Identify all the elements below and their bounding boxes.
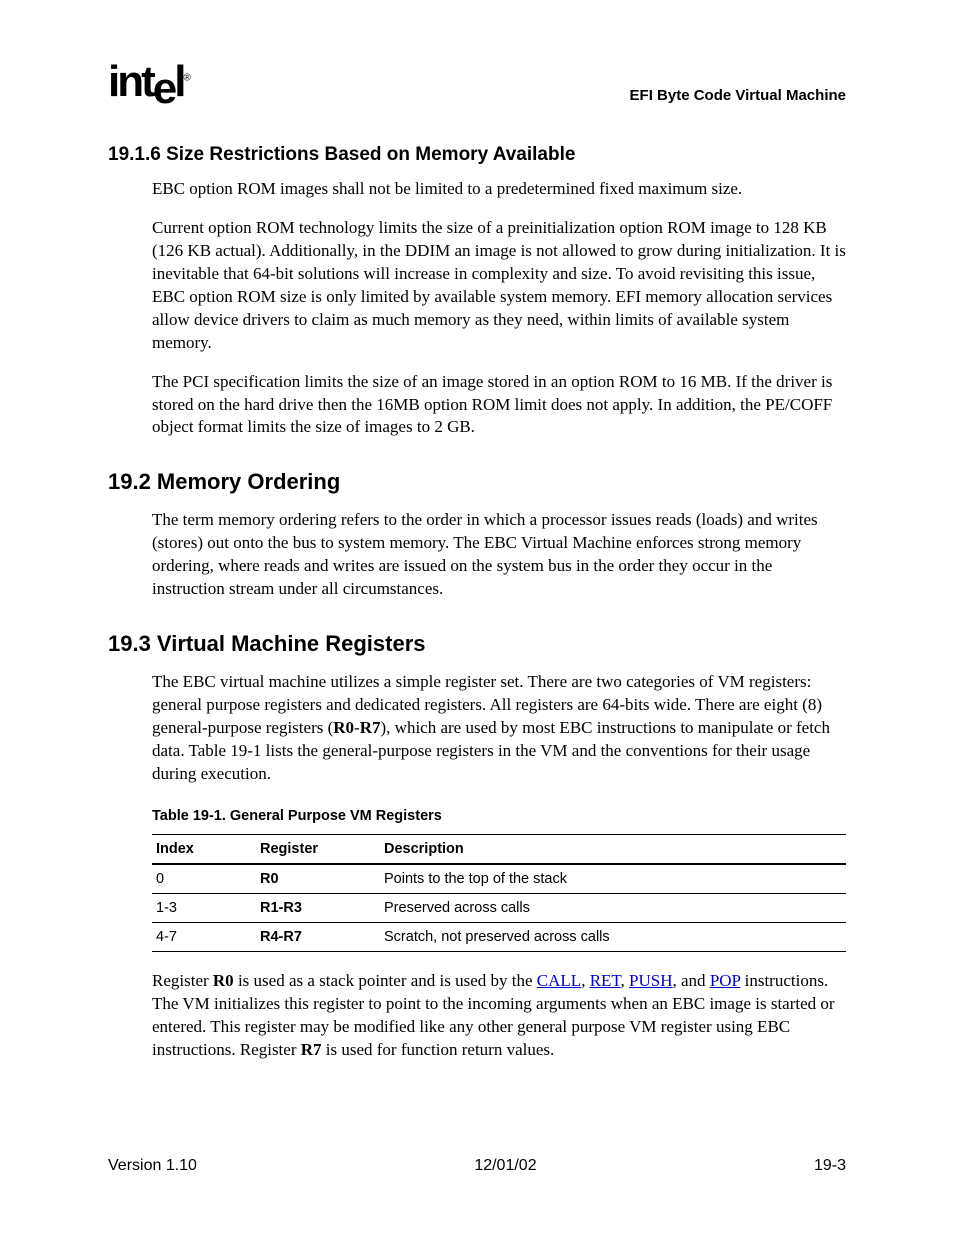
table-caption: Table 19-1. General Purpose VM Registers (152, 808, 846, 824)
paragraph: The term memory ordering refers to the o… (152, 509, 846, 601)
bold-text: R7 (360, 718, 381, 737)
bold-text: R0 (333, 718, 354, 737)
link-call[interactable]: CALL (537, 971, 581, 990)
table-cell: Points to the top of the stack (380, 864, 846, 894)
paragraph: Current option ROM technology limits the… (152, 217, 846, 355)
table-cell: R1-R3 (256, 893, 380, 922)
heading-19-3: 19.3 Virtual Machine Registers (108, 631, 846, 657)
table-cell: 4-7 (152, 922, 256, 951)
table-header: Register (256, 834, 380, 864)
table-cell: R4-R7 (256, 922, 380, 951)
text: , (621, 971, 630, 990)
table-row: 1-3 R1-R3 Preserved across calls (152, 893, 846, 922)
table-row: 0 R0 Points to the top of the stack (152, 864, 846, 894)
footer-date: 12/01/02 (474, 1157, 536, 1175)
paragraph: The PCI specification limits the size of… (152, 371, 846, 440)
text: , (581, 971, 590, 990)
paragraph: Register R0 is used as a stack pointer a… (152, 970, 846, 1062)
table-header-row: Index Register Description (152, 834, 846, 864)
heading-19-2: 19.2 Memory Ordering (108, 469, 846, 495)
table-cell: Scratch, not preserved across calls (380, 922, 846, 951)
table-row: 4-7 R4-R7 Scratch, not preserved across … (152, 922, 846, 951)
intel-logo: intel® (108, 60, 188, 104)
table-cell: R0 (256, 864, 380, 894)
text: , and (673, 971, 710, 990)
page-header: intel® EFI Byte Code Virtual Machine (108, 60, 846, 104)
table-header: Index (152, 834, 256, 864)
footer-page: 19-3 (814, 1157, 846, 1175)
table-cell: 0 (152, 864, 256, 894)
table-cell: 1-3 (152, 893, 256, 922)
paragraph: The EBC virtual machine utilizes a simpl… (152, 671, 846, 786)
table-cell: Preserved across calls (380, 893, 846, 922)
bold-text: R7 (301, 1040, 322, 1059)
table-header: Description (380, 834, 846, 864)
page: intel® EFI Byte Code Virtual Machine 19.… (0, 0, 954, 1062)
bold-text: R0 (213, 971, 234, 990)
heading-19-1-6: 19.1.6 Size Restrictions Based on Memory… (108, 144, 846, 166)
text: is used as a stack pointer and is used b… (234, 971, 537, 990)
paragraph: EBC option ROM images shall not be limit… (152, 178, 846, 201)
text: is used for function return values. (322, 1040, 555, 1059)
vm-registers-table: Index Register Description 0 R0 Points t… (152, 834, 846, 952)
page-footer: Version 1.10 12/01/02 19-3 (108, 1157, 846, 1175)
text: Register (152, 971, 213, 990)
link-pop[interactable]: POP (710, 971, 741, 990)
footer-version: Version 1.10 (108, 1157, 197, 1175)
link-push[interactable]: PUSH (629, 971, 672, 990)
document-title: EFI Byte Code Virtual Machine (630, 87, 846, 104)
link-ret[interactable]: RET (590, 971, 621, 990)
